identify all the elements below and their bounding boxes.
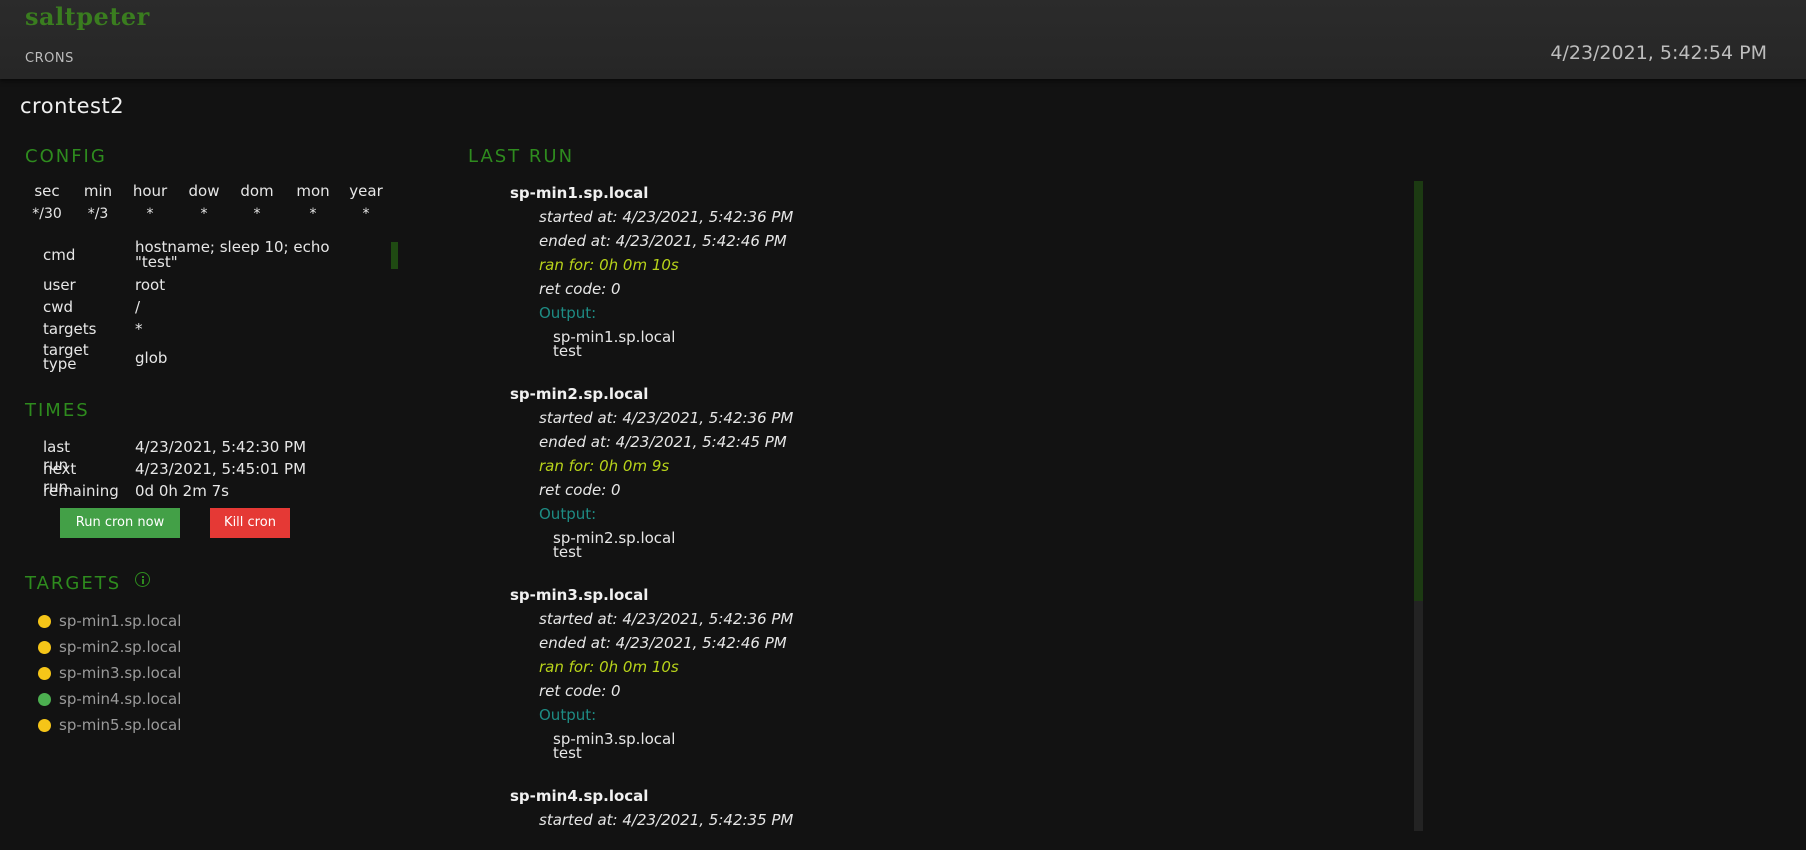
schedule-value-dom: * [253,206,261,222]
run-started: started at: 4/23/2021, 5:42:36 PM [539,610,794,628]
schedule-value-min: */3 [87,206,109,222]
schedule-header-sec: sec [34,182,60,200]
run-output: sp-min2.sp.local test [553,531,675,561]
run-ret-code: ret code: 0 [539,280,621,298]
run-output-label: Output: [539,505,597,523]
run-ended: ended at: 4/23/2021, 5:42:45 PM [539,433,787,451]
target-type-value: glob [135,349,168,367]
schedule-header-hour: hour [132,182,168,200]
info-icon[interactable] [135,572,150,587]
run-ended: ended at: 4/23/2021, 5:42:46 PM [539,634,787,652]
target-label: sp-min1.sp.local [59,612,182,630]
cwd-value: / [135,298,141,316]
user-label: user [43,276,76,294]
schedule-value-mon: * [309,206,317,222]
run-ended: ended at: 4/23/2021, 5:42:46 PM [539,232,787,250]
cwd-label: cwd [43,298,74,316]
last-run-scrollbar[interactable] [1414,181,1423,831]
cmd-label: cmd [43,246,76,264]
run-host: sp-min2.sp.local [510,385,649,403]
run-output-label: Output: [539,706,597,724]
schedule-value-hour: * [146,206,154,222]
user-value: root [135,276,166,294]
status-dot-icon [38,667,51,680]
status-dot-icon [38,693,51,706]
run-host: sp-min1.sp.local [510,184,649,202]
run-output-line: test [553,342,582,360]
next-run-value: 4/23/2021, 5:45:01 PM [135,460,307,478]
run-cron-button[interactable]: Run cron now [60,508,180,538]
schedule-header-mon: mon [296,182,330,200]
brand-logo[interactable]: saltpeter [25,2,150,31]
config-target-type-row: target type [43,343,89,373]
status-dot-icon [38,615,51,628]
run-host: sp-min3.sp.local [510,586,649,604]
run-output-line: test [553,744,582,762]
cmd-scroll-indicator [391,242,398,269]
scrollbar-thumb[interactable] [1414,181,1423,601]
target-label: sp-min5.sp.local [59,716,182,734]
target-label: sp-min2.sp.local [59,638,182,656]
run-output: sp-min3.sp.local test [553,732,675,762]
schedule-header-dow: dow [188,182,220,200]
cmd-value: hostname; sleep 10; echo "test" [135,240,330,270]
run-started: started at: 4/23/2021, 5:42:36 PM [539,409,794,427]
run-ran-for: ran for: 0h 0m 10s [539,658,679,676]
top-bar: saltpeter CRONS 4/23/2021, 5:42:54 PM [0,0,1806,79]
schedule-value-sec: */30 [32,206,62,222]
remaining-value: 0d 0h 2m 7s [135,482,229,500]
kill-cron-button[interactable]: Kill cron [210,508,290,538]
schedule-header-min: min [83,182,113,200]
times-heading: TIMES [25,400,90,421]
target-type-label-2: type [43,355,77,373]
targets-heading: TARGETS [25,573,122,594]
target-label: sp-min4.sp.local [59,690,182,708]
target-label: sp-min3.sp.local [59,664,182,682]
run-output-label: Output: [539,304,597,322]
run-ran-for: ran for: 0h 0m 10s [539,256,679,274]
schedule-header-year: year [349,182,383,200]
run-output-line: test [553,543,582,561]
run-output: sp-min1.sp.local test [553,330,675,360]
schedule-header-dom: dom [240,182,274,200]
run-ret-code: ret code: 0 [539,481,621,499]
clock: 4/23/2021, 5:42:54 PM [1550,42,1767,64]
page-title: crontest2 [20,94,125,118]
targets-value: * [135,320,143,338]
run-started: started at: 4/23/2021, 5:42:35 PM [539,811,794,829]
schedule-value-dow: * [200,206,208,222]
status-dot-icon [38,719,51,732]
last-run-heading: LAST RUN [468,146,575,167]
run-ret-code: ret code: 0 [539,682,621,700]
run-ran-for: ran for: 0h 0m 9s [539,457,670,475]
status-dot-icon [38,641,51,654]
nav-crons-link[interactable]: CRONS [25,51,74,66]
cmd-value-line2: "test" [135,253,178,271]
schedule-value-year: * [362,206,370,222]
config-heading: CONFIG [25,146,107,167]
run-started: started at: 4/23/2021, 5:42:36 PM [539,208,794,226]
remaining-label: remaining [43,482,119,500]
targets-label: targets [43,320,97,338]
last-run-value: 4/23/2021, 5:42:30 PM [135,438,307,456]
run-host: sp-min4.sp.local [510,787,649,805]
